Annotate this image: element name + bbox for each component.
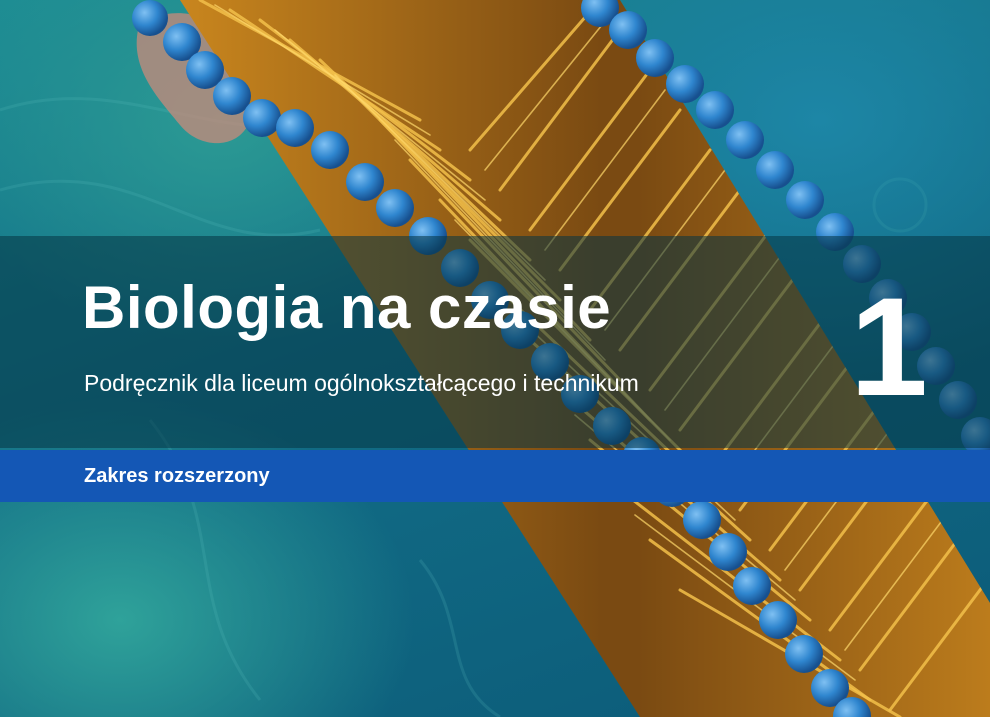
book-cover: Biologia na czasie Podręcznik dla liceum… [0,0,990,717]
volume-number: 1 [850,268,928,425]
range-label: Zakres rozszerzony [84,465,270,487]
book-subtitle: Podręcznik dla liceum ogólnokształcącego… [84,370,639,396]
book-title: Biologia na czasie [82,274,612,341]
